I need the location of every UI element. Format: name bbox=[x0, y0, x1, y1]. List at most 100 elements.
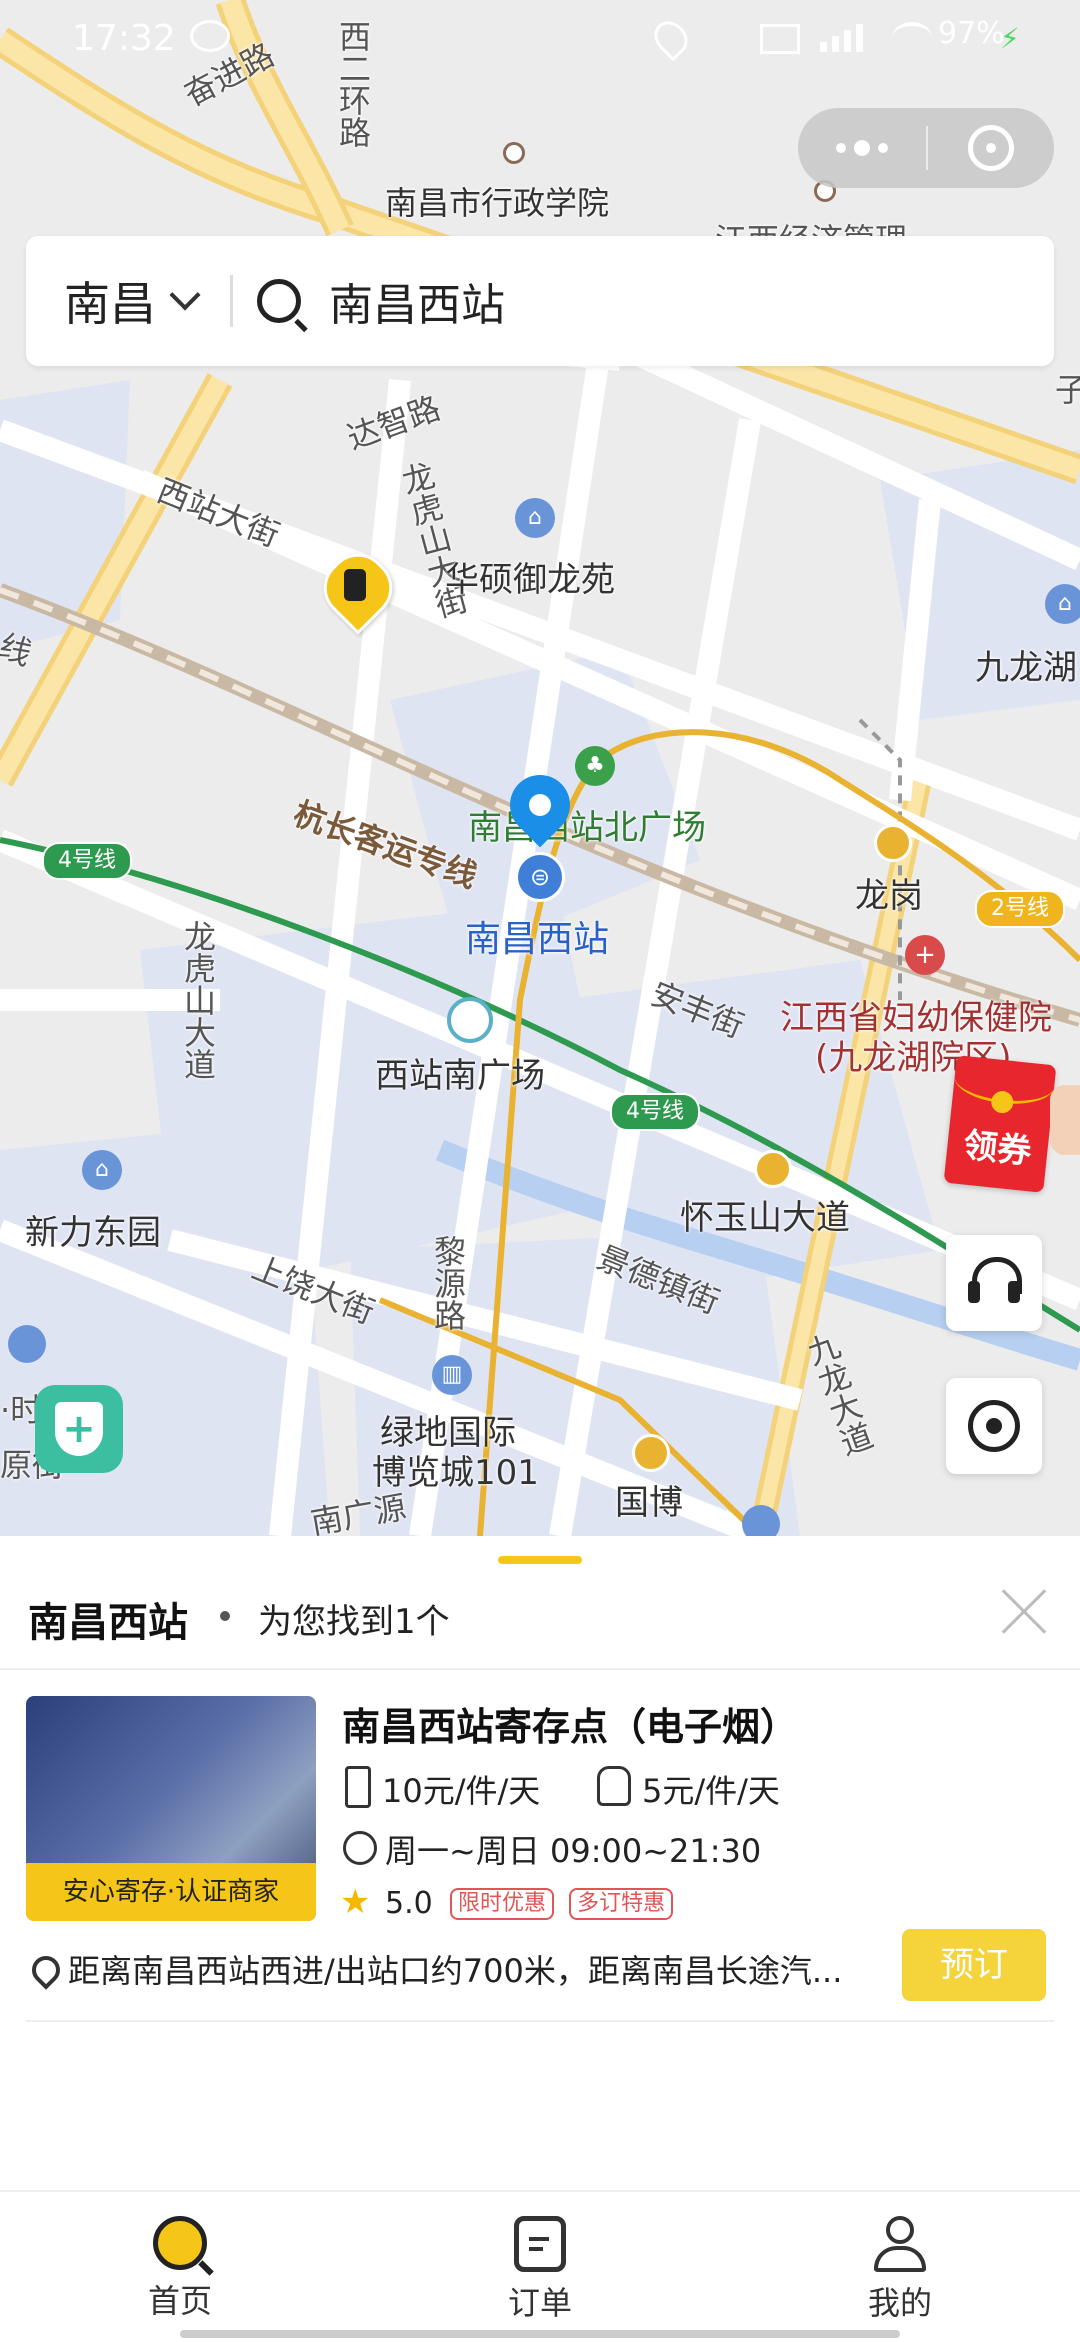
residence-icon: ⌂ bbox=[515, 498, 555, 538]
search-icon bbox=[153, 2216, 214, 2276]
hand-graphic bbox=[1050, 1085, 1080, 1155]
nfc-icon bbox=[760, 24, 800, 54]
promo-tag: 限时优惠 bbox=[450, 1888, 555, 1920]
poi-label: 九龙湖 bbox=[975, 648, 1077, 688]
building-icon: ▥ bbox=[432, 1355, 472, 1395]
store-card[interactable]: 安心寄存·认证商家 南昌西站寄存点（电子烟） 10元/件/天 5元/件/天 周一… bbox=[0, 1696, 1080, 2056]
poi-label: 南昌西站北广场 bbox=[468, 808, 706, 848]
user-icon bbox=[872, 2216, 928, 2272]
metro-station-icon bbox=[754, 1150, 792, 1188]
weibo-icon bbox=[190, 20, 230, 52]
metro-line-badge: 4号线 bbox=[42, 842, 132, 880]
poi-label: 华硕御龙苑 bbox=[445, 560, 615, 600]
residence-icon bbox=[8, 1325, 46, 1363]
backpack-icon bbox=[597, 1766, 631, 1806]
store-photo: 安心寄存·认证商家 bbox=[26, 1696, 316, 1921]
poi-label: 南昌市行政学院 bbox=[385, 184, 610, 222]
store-distance: 距离南昌西站西进/出站口约700米，距离南昌长途汽... bbox=[68, 1952, 843, 1990]
residence-icon bbox=[742, 1505, 780, 1536]
wifi-icon bbox=[892, 22, 932, 54]
book-button[interactable]: 预订 bbox=[902, 1929, 1046, 2001]
store-name: 南昌西站寄存点（电子烟） bbox=[342, 1705, 799, 1749]
locate-me-button[interactable] bbox=[946, 1378, 1042, 1474]
poi-label: 西站南广场 bbox=[375, 1056, 545, 1096]
poi-label: 怀玉山大道 bbox=[680, 1198, 850, 1238]
residence-icon: ⌂ bbox=[1045, 584, 1080, 624]
metro-line-badge: 4号线 bbox=[610, 1093, 700, 1131]
road-label: 子 bbox=[1055, 371, 1080, 409]
drag-handle[interactable] bbox=[498, 1556, 582, 1564]
tab-home-label: 首页 bbox=[147, 2282, 212, 2320]
tab-mine-label: 我的 bbox=[867, 2284, 932, 2322]
luggage-icon bbox=[345, 1766, 371, 1808]
order-list-icon bbox=[514, 2216, 566, 2272]
poi-label: 博览城101 bbox=[372, 1453, 539, 1493]
headset-icon bbox=[968, 1257, 1022, 1309]
battery-percent: 97% bbox=[938, 16, 1005, 51]
status-time: 17:32 bbox=[72, 18, 176, 59]
search-bar: 南昌 南昌西站 bbox=[26, 236, 1054, 366]
home-indicator bbox=[180, 2330, 900, 2338]
luggage-icon bbox=[344, 569, 366, 601]
price-bag: 5元/件/天 bbox=[642, 1772, 780, 1810]
train-station-icon: ⊜ bbox=[515, 852, 565, 902]
charging-icon: ⚡ bbox=[1000, 22, 1020, 55]
location-pin-dot bbox=[529, 794, 551, 816]
customer-service-button[interactable] bbox=[946, 1235, 1042, 1331]
coupon-button[interactable]: 领券 bbox=[943, 1055, 1057, 1193]
city-selector[interactable]: 南昌 bbox=[26, 236, 201, 366]
signal-icon bbox=[820, 22, 880, 52]
shield-icon: + bbox=[55, 1402, 103, 1456]
search-icon bbox=[257, 279, 308, 333]
clock-icon bbox=[343, 1831, 377, 1865]
price-luggage: 10元/件/天 bbox=[382, 1772, 541, 1810]
metro-line-badge: 2号线 bbox=[975, 890, 1065, 928]
poi-label: 龙岗 bbox=[855, 876, 923, 916]
road-label: 龙虎山大道 bbox=[179, 920, 217, 1080]
safety-shield-button[interactable]: + bbox=[35, 1385, 123, 1473]
poi-label: 国博 bbox=[615, 1483, 683, 1523]
status-bar: 17:32 97% ⚡ bbox=[0, 0, 1080, 80]
park-icon: ♣ bbox=[575, 746, 615, 786]
search-query: 南昌西站 bbox=[329, 280, 505, 331]
bullet-dot bbox=[220, 1611, 230, 1621]
promo-tag: 多订特惠 bbox=[569, 1888, 674, 1920]
more-button[interactable] bbox=[798, 108, 926, 188]
promo-tags: 限时优惠 多订特惠 bbox=[440, 1888, 674, 1920]
locate-icon bbox=[968, 1400, 1020, 1452]
star-icon: ★ bbox=[340, 1882, 371, 1922]
metro-station-icon bbox=[632, 1434, 670, 1472]
hospital-icon: + bbox=[905, 935, 945, 975]
metro-station-icon bbox=[874, 824, 912, 862]
tab-orders-label: 订单 bbox=[507, 2284, 572, 2322]
chevron-down-icon bbox=[169, 279, 201, 311]
opening-hours: 周一~周日 09:00~21:30 bbox=[385, 1832, 762, 1870]
tab-home[interactable]: 首页 bbox=[0, 2192, 360, 2342]
map-view[interactable]: 奋进路 西二环路 达智路 西站大街 龙虎山大街 杭长客运专线 龙虎山大道 安丰街… bbox=[0, 0, 1080, 1536]
poi-dot-icon bbox=[503, 142, 525, 164]
miniprogram-capsule bbox=[798, 108, 1054, 188]
close-button[interactable] bbox=[1000, 1588, 1048, 1636]
location-icon bbox=[26, 1950, 66, 1990]
poi-label: 新力东园 bbox=[25, 1213, 161, 1253]
map-roads bbox=[0, 0, 1080, 1536]
transit-hub-icon bbox=[447, 997, 493, 1043]
close-miniprogram-button[interactable] bbox=[928, 108, 1054, 188]
tab-mine[interactable]: 我的 bbox=[720, 2192, 1080, 2342]
road-label: 黎源路 bbox=[429, 1235, 467, 1331]
more-icon bbox=[836, 143, 846, 153]
sheet-title: 南昌西站 bbox=[28, 1600, 188, 1646]
rating-value: 5.0 bbox=[385, 1886, 433, 1921]
search-input[interactable]: 南昌西站 bbox=[233, 236, 1054, 366]
city-label: 南昌 bbox=[64, 277, 156, 331]
target-icon bbox=[968, 125, 1014, 171]
certified-badge: 安心寄存·认证商家 bbox=[26, 1863, 316, 1921]
result-sheet: 南昌西站 为您找到1个 安心寄存·认证商家 南昌西站寄存点（电子烟） 10元/件… bbox=[0, 1536, 1080, 2190]
tab-bar: 首页 订单 我的 bbox=[0, 2190, 1080, 2342]
result-count: 为您找到1个 bbox=[258, 1602, 450, 1642]
tab-orders[interactable]: 订单 bbox=[360, 2192, 720, 2342]
coupon-label: 领券 bbox=[961, 1125, 1034, 1173]
location-status-icon bbox=[647, 14, 695, 62]
poi-label: 南昌西站 bbox=[465, 919, 610, 960]
residence-icon: ⌂ bbox=[82, 1150, 122, 1190]
